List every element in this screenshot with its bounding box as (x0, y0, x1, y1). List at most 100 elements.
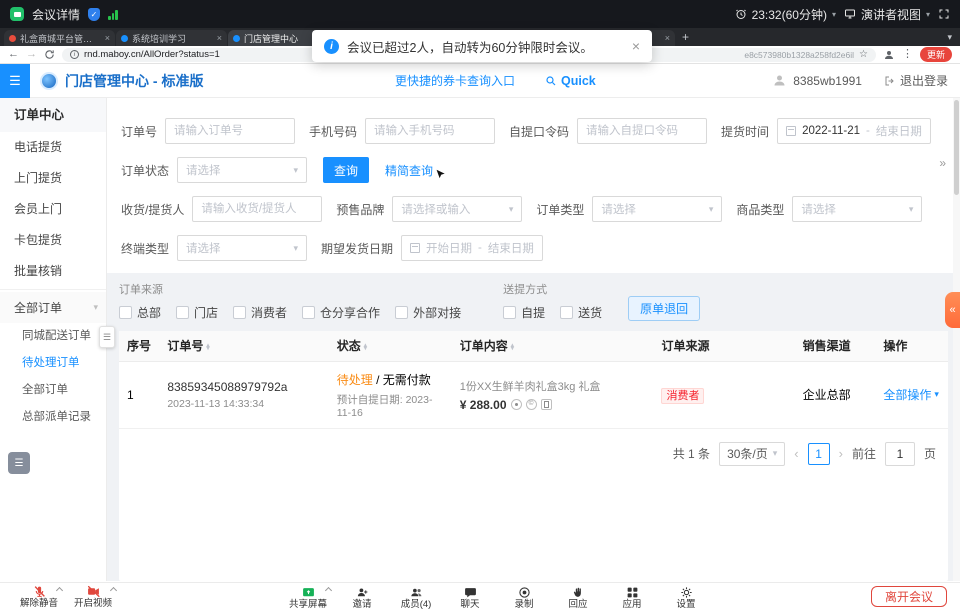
sidebar-group-all-orders[interactable]: 全部订单 ▾ (0, 292, 106, 323)
chevron-up-icon[interactable] (110, 586, 117, 593)
forward-icon[interactable]: → (26, 49, 37, 60)
record-button[interactable]: 录制 (497, 583, 551, 610)
share-screen-button[interactable]: 共享屏幕 (281, 583, 335, 610)
invite-button[interactable]: 邀请 (335, 583, 389, 610)
current-page-button[interactable]: 1 (808, 443, 830, 465)
checkbox-store[interactable]: 门店 (176, 304, 218, 321)
menu-toggle-button[interactable]: ☰ (0, 64, 30, 98)
browser-update-button[interactable]: 更新 (920, 47, 952, 62)
search-button[interactable]: 查询 (323, 157, 369, 183)
tab-search-icon[interactable]: ▾ (947, 32, 952, 43)
info-icon: i (324, 39, 339, 54)
checkbox-consumer[interactable]: 消费者 (233, 304, 287, 321)
chat-button[interactable]: 聊天 (443, 583, 497, 610)
logout-label: 退出登录 (900, 72, 948, 89)
apps-button[interactable]: 应用 (605, 583, 659, 610)
sort-icon[interactable]: ▴▾ (364, 344, 367, 351)
reaction-button[interactable]: 回应 (551, 583, 605, 610)
chevron-down-icon: ▾ (773, 448, 778, 459)
refresh-icon[interactable] (44, 49, 55, 60)
checkbox-hq[interactable]: 总部 (119, 304, 161, 321)
logout-button[interactable]: 退出登录 (884, 72, 948, 89)
browser-menu-icon[interactable]: ⋮ (902, 49, 913, 60)
collapse-panel-icon[interactable]: » (939, 156, 944, 170)
chevron-down-icon[interactable]: ▾ (926, 10, 930, 19)
profile-icon[interactable] (883, 49, 895, 61)
simple-query-link[interactable]: 精简查询 (385, 162, 433, 179)
bookmark-star-icon[interactable]: ☆ (859, 49, 868, 60)
browser-tab[interactable]: 礼盒商城平台管理中心 × (4, 30, 115, 46)
order-no-input[interactable] (165, 118, 295, 144)
checkbox-external[interactable]: 外部对接 (395, 304, 461, 321)
sidebar-item-all-orders[interactable]: 全部订单 (0, 377, 106, 404)
sidebar-item-batch-verify[interactable]: 批量核销 (0, 256, 106, 287)
quick-search-link[interactable]: Quick (545, 74, 596, 88)
leave-meeting-button[interactable]: 离开会议 (871, 586, 947, 607)
close-icon[interactable]: × (632, 38, 640, 54)
floating-list-widget[interactable]: ☰ (8, 452, 30, 474)
sidebar-item-pending-orders[interactable]: 待处理订单 (0, 350, 106, 377)
sidebar-item-door-pickup[interactable]: 上门提货 (0, 163, 106, 194)
sidebar-item-member-visit[interactable]: 会员上门 (0, 194, 106, 225)
site-info-icon[interactable]: i (70, 50, 79, 59)
username-text[interactable]: 8385wb1991 (793, 74, 862, 88)
goto-page-input[interactable] (885, 442, 915, 466)
checkbox-icon (176, 306, 189, 319)
checkbox-delivery[interactable]: 送货 (560, 304, 602, 321)
pagination: 共 1 条 30条/页 ▾ ‹ 1 › 前往 页 (119, 429, 948, 466)
next-page-icon[interactable]: › (839, 446, 843, 461)
order-status-select[interactable]: 请选择 ▾ (177, 157, 307, 183)
receiver-input[interactable] (192, 196, 322, 222)
members-button[interactable]: 成员(4) (389, 583, 443, 610)
checkbox-warehouse-coop[interactable]: 仓分享合作 (302, 304, 380, 321)
sort-icon[interactable]: ▴▾ (511, 344, 514, 351)
apps-label: 应用 (622, 600, 641, 610)
close-icon[interactable]: × (105, 33, 110, 43)
sort-icon[interactable]: ▴▾ (206, 344, 209, 351)
chevron-up-icon[interactable] (56, 586, 63, 593)
ship-date-range[interactable]: 开始日期 - 结束日期 (401, 235, 543, 261)
pickup-date-range[interactable]: 2022-11-21 - 结束日期 (777, 118, 931, 144)
col-status[interactable]: 状态▴▾ (329, 331, 452, 361)
meeting-detail-label[interactable]: 会议详情 (32, 6, 80, 23)
terminal-type-select[interactable]: 请选择 ▾ (177, 235, 307, 261)
close-icon[interactable]: × (665, 33, 670, 43)
page-scrollbar[interactable] (953, 98, 960, 581)
checkbox-self-pickup[interactable]: 自提 (503, 304, 545, 321)
chevron-down-icon[interactable]: ▾ (832, 10, 836, 19)
unmute-button[interactable]: 解除静音 (12, 583, 66, 610)
back-icon[interactable]: ← (8, 49, 19, 60)
col-content[interactable]: 订单内容▴▾ (452, 331, 654, 361)
sidebar-item-card-pickup[interactable]: 卡包提货 (0, 225, 106, 256)
sidebar-item-city-delivery[interactable]: 同城配送订单 (0, 323, 106, 350)
sidebar-item-phone-pickup[interactable]: 电话提货 (0, 132, 106, 163)
close-icon[interactable]: × (217, 33, 222, 43)
view-mode-switch[interactable]: 演讲者视图 ▾ (844, 6, 930, 23)
brand-select[interactable]: 请选择或输入 ▾ (392, 196, 522, 222)
order-time: 2023-11-13 14:33:34 (167, 398, 320, 410)
quick-query-link[interactable]: 更快捷的券卡查询入口 (395, 72, 515, 89)
goods-type-select[interactable]: 请选择 ▾ (792, 196, 922, 222)
page-size-select[interactable]: 30条/页 ▾ (719, 442, 785, 466)
start-video-button[interactable]: 开启视频 (66, 583, 120, 610)
sidebar-item-hq-dispatch[interactable]: 总部派单记录 (0, 404, 106, 431)
settings-button[interactable]: 设置 (659, 583, 713, 610)
chevron-up-icon[interactable] (325, 587, 332, 594)
sidebar-drag-handle[interactable]: ☰ (99, 326, 115, 348)
meeting-panel-toggle[interactable]: « (945, 292, 960, 328)
terminal-type-label: 终端类型 (121, 240, 169, 257)
all-actions-dropdown[interactable]: 全部操作 ▾ (883, 386, 939, 403)
checkbox-label: 自提 (521, 304, 545, 321)
fullscreen-icon[interactable] (938, 8, 950, 20)
browser-tab[interactable]: 系统培训学习 × (116, 30, 227, 46)
original-order-return-button[interactable]: 原单退回 (628, 296, 700, 321)
order-type-select[interactable]: 请选择 ▾ (592, 196, 722, 222)
record-label: 录制 (514, 600, 533, 610)
pickup-code-input[interactable] (577, 118, 707, 144)
col-order-no[interactable]: 订单号▴▾ (159, 331, 328, 361)
meeting-timer[interactable]: 23:32(60分钟) ▾ (735, 6, 836, 23)
prev-page-icon[interactable]: ‹ (794, 446, 798, 461)
scrollbar-thumb[interactable] (954, 100, 959, 195)
phone-input[interactable] (365, 118, 495, 144)
new-tab-button[interactable]: + (682, 30, 689, 44)
